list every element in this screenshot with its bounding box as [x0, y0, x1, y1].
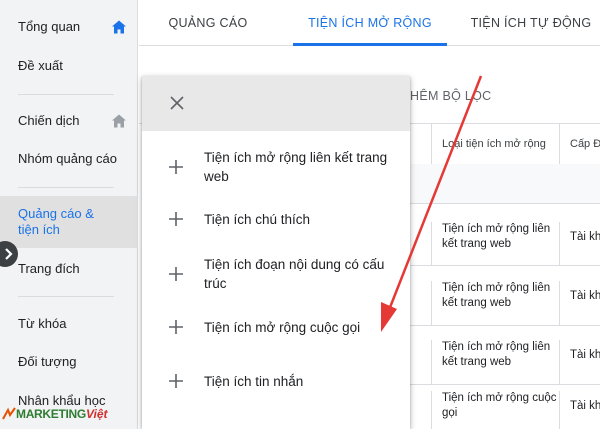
tab-label: TIỆN ÍCH MỞ RỘNG	[308, 16, 432, 30]
option-label: Tiện ích tin nhắn	[204, 373, 304, 389]
close-icon	[170, 96, 184, 110]
sidebar-item-label: Từ khóa	[18, 316, 67, 331]
table-cell: Tài kho	[559, 391, 600, 429]
plus-icon	[169, 320, 183, 334]
sidebar-divider	[18, 296, 114, 297]
row-divider	[409, 384, 600, 385]
add-extension-menu: Tiện ích mở rộng liên kết trang web Tiện…	[142, 76, 410, 429]
add-filter-button[interactable]: HÊM BỘ LỌC	[410, 89, 492, 103]
sidebar-item-landing-pages[interactable]: Trang đích	[0, 256, 138, 282]
home-icon	[112, 114, 126, 128]
option-sitelink-extension[interactable]: Tiện ích mở rộng liên kết trang web	[142, 147, 410, 187]
close-button[interactable]	[166, 92, 188, 114]
tab-bar: QUẢNG CÁO TIỆN ÍCH MỞ RỘNG TIỆN ÍCH TỰ Đ…	[139, 0, 600, 46]
column-header-extension-type[interactable]: Loại tiện ích mở rộng	[431, 124, 559, 164]
tab-label: TIỆN ÍCH TỰ ĐỘNG	[470, 16, 592, 30]
sidebar-item-label: Nhóm quảng cáo	[18, 151, 118, 166]
table-cell: Tài kho	[559, 281, 600, 325]
option-callout-extension[interactable]: Tiện ích chú thích	[142, 209, 410, 229]
option-call-extension[interactable]: Tiện ích mở rộng cuộc gọi	[142, 317, 410, 337]
menu-header	[142, 76, 410, 131]
sidebar-item-campaigns[interactable]: Chiến dịch	[0, 108, 138, 134]
logo-text-b: Việt	[85, 407, 108, 421]
chevron-right-icon	[5, 248, 13, 260]
table-cell: Tiện ích mở rộng liên kết trang web	[431, 222, 559, 266]
tab-automated-extensions[interactable]: TIỆN ÍCH TỰ ĐỘNG	[459, 0, 600, 46]
sidebar-item-label: Chiến dịch	[18, 113, 80, 128]
sidebar-divider	[18, 94, 114, 95]
logo-text-a: MARKETING	[16, 407, 86, 421]
tab-ads[interactable]: QUẢNG CÁO	[149, 0, 267, 46]
sidebar-item-overview[interactable]: Tổng quan	[0, 14, 138, 40]
sidebar: Tổng quan Đề xuất Chiến dịch Nhóm quảng …	[0, 0, 138, 429]
plus-icon	[169, 267, 183, 281]
table-cell: Tài kho	[559, 340, 600, 384]
option-label: Tiện ích đoạn nội dung có cấu trúc	[204, 257, 385, 291]
sidebar-item-label: Trang đích	[18, 261, 80, 276]
sidebar-item-recommendations[interactable]: Đề xuất	[0, 53, 138, 79]
row-divider	[409, 325, 600, 326]
column-header-level[interactable]: Cấp Đ	[559, 124, 600, 164]
plus-icon	[169, 160, 183, 174]
table-cell: Tài kho	[559, 222, 600, 266]
option-label: Tiện ích chú thích	[204, 211, 311, 227]
sidebar-item-audiences[interactable]: Đối tượng	[0, 349, 138, 375]
table-cell: Tiện ích mở rộng liên kết trang web	[431, 340, 559, 384]
table-cell: Tiện ích mở rộng cuộc gọi	[431, 391, 559, 429]
sidebar-item-label: Đối tượng	[18, 354, 77, 369]
option-structured-snippet-extension[interactable]: Tiện ích đoạn nội dung có cấu trúc	[142, 254, 410, 294]
plus-icon	[169, 212, 183, 226]
option-message-extension[interactable]: Tiện ích tin nhắn	[142, 371, 410, 391]
sidebar-item-label: Quảng cáo & tiện ích	[18, 206, 94, 237]
option-label: Tiện ích mở rộng liên kết trang web	[204, 150, 388, 184]
logo-mark-icon	[2, 407, 16, 420]
tab-label: QUẢNG CÁO	[168, 16, 248, 30]
sidebar-item-ad-groups[interactable]: Nhóm quảng cáo	[0, 146, 138, 172]
sidebar-item-keywords[interactable]: Từ khóa	[0, 311, 138, 337]
sidebar-item-label: Đề xuất	[18, 58, 63, 73]
sidebar-item-ads-extensions[interactable]: Quảng cáo & tiện ích	[0, 196, 138, 248]
row-divider	[409, 265, 600, 266]
table-summary-row	[409, 164, 600, 204]
tab-extensions[interactable]: TIỆN ÍCH MỞ RỘNG	[293, 0, 447, 46]
marketingviet-logo: MARKETING Việt	[2, 401, 134, 427]
option-label: Tiện ích mở rộng cuộc gọi	[204, 319, 361, 335]
sidebar-item-label: Tổng quan	[18, 19, 81, 34]
sidebar-divider	[18, 187, 114, 188]
plus-icon	[169, 374, 183, 388]
table-cell: Tiện ích mở rộng liên kết trang web	[431, 281, 559, 325]
home-icon	[112, 20, 126, 34]
